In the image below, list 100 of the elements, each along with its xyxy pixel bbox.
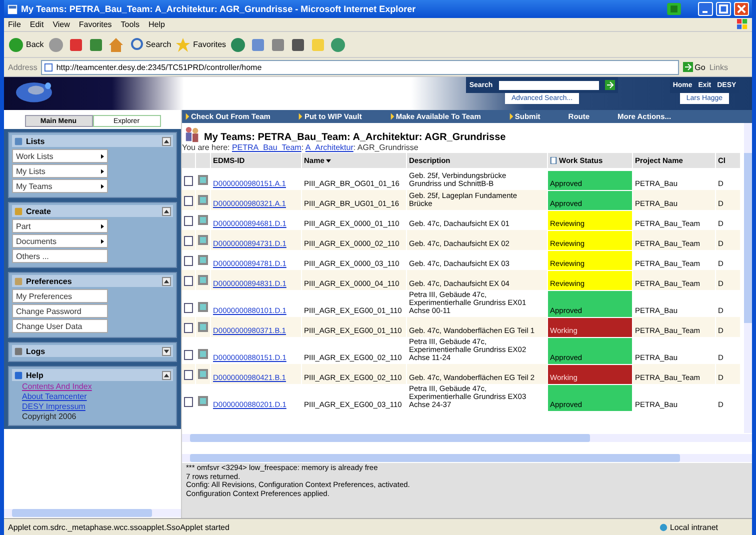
copyright-text: Copyright 2006 [22, 412, 76, 421]
panel-title: Create [26, 206, 52, 216]
page-icon [44, 62, 54, 72]
windows-logo-icon [667, 3, 681, 15]
close-button[interactable] [734, 2, 749, 16]
arrow-icon [185, 113, 190, 120]
status-text: Applet com.sdrc._metaphase.wcc.ssoapplet.SsoApplet started [8, 522, 230, 532]
collapse-button[interactable] [162, 136, 171, 146]
menu-item[interactable]: Help [148, 20, 165, 29]
panel-title: Logs [26, 346, 46, 356]
help-link[interactable]: About Teamcenter [22, 392, 87, 401]
collapse-button[interactable] [162, 370, 171, 380]
create-icon [14, 206, 23, 216]
breadcrumb-text: : AGR_Grundrisse [353, 143, 418, 152]
column-header [182, 153, 195, 168]
row-checkbox[interactable] [184, 276, 193, 286]
back-button[interactable]: Back [8, 36, 44, 52]
maximize-icon [717, 3, 730, 15]
sidebar-item[interactable]: Documents [12, 234, 108, 248]
browser-icon [7, 4, 18, 14]
history-button[interactable] [230, 36, 246, 52]
menu-item[interactable]: View [52, 20, 70, 29]
horizontal-scrollbar[interactable] [182, 434, 752, 442]
preferences-icon [14, 276, 23, 286]
expand-button[interactable] [162, 346, 171, 356]
breadcrumb-link[interactable]: A_Architektur [305, 143, 354, 152]
row-checkbox[interactable] [184, 236, 193, 246]
messenger-icon [330, 36, 346, 52]
favorites-button[interactable]: Favorites [175, 36, 226, 52]
refresh-button[interactable] [88, 36, 104, 52]
row-checkbox[interactable] [184, 350, 193, 360]
help-link[interactable]: DESY Impressum [22, 402, 86, 411]
sidebar-item[interactable]: Others ... [12, 249, 108, 263]
address-label: Address [8, 62, 38, 72]
row-checkbox[interactable] [184, 176, 193, 186]
stop-button[interactable] [68, 36, 84, 52]
sidebar-item[interactable]: Work Lists [12, 149, 108, 163]
refresh-icon [88, 36, 104, 52]
arrow-icon [682, 62, 693, 72]
sidebar-item[interactable]: Change Password [12, 304, 108, 318]
menu-item[interactable]: File [8, 20, 21, 29]
sidebar-item[interactable]: Change User Data [12, 319, 108, 333]
home-icon [108, 36, 124, 52]
vertical-scrollbar[interactable] [744, 123, 752, 433]
menu-item[interactable]: Edit [30, 20, 44, 29]
sidebar-item[interactable]: My Preferences [12, 289, 108, 303]
collapse-button[interactable] [162, 206, 171, 216]
favorites-icon [175, 36, 192, 52]
row-checkbox[interactable] [184, 323, 193, 333]
stop-icon [68, 36, 84, 52]
horizontal-scrollbar[interactable] [182, 454, 752, 462]
mail-button[interactable] [250, 36, 266, 52]
panel-title: Lists [26, 136, 46, 146]
notes-icon [310, 36, 326, 52]
links-button[interactable]: Links [709, 62, 728, 72]
close-icon [735, 3, 748, 15]
edit-button[interactable] [290, 36, 306, 52]
breadcrumb-text: : [301, 143, 305, 152]
collapse-button[interactable] [162, 276, 171, 286]
history-icon [230, 36, 246, 52]
address-field[interactable]: http://teamcenter.desy.de:2345/TC51PRD/controller/home [41, 60, 679, 74]
forward-icon [48, 36, 64, 52]
row-checkbox[interactable] [184, 256, 193, 266]
search-button[interactable]: Search [128, 36, 172, 52]
search-go-button[interactable] [604, 80, 615, 90]
mail-icon [250, 36, 266, 52]
arrow-icon [390, 113, 395, 120]
row-checkbox[interactable] [184, 216, 193, 226]
row-checkbox[interactable] [184, 303, 193, 313]
minimize-icon [702, 11, 708, 13]
sidebar-item[interactable]: My Lists [12, 164, 108, 178]
minimize-button[interactable] [698, 2, 713, 16]
row-checkbox[interactable] [184, 397, 193, 407]
sidebar-item[interactable]: Part [12, 219, 108, 233]
drawing-file-icon [198, 396, 208, 406]
row-checkbox[interactable] [184, 196, 193, 206]
go-button[interactable]: Go [682, 62, 706, 72]
search-field[interactable] [498, 80, 599, 90]
maximize-button[interactable] [716, 2, 731, 16]
edit-icon [290, 36, 306, 52]
horizontal-scrollbar[interactable] [4, 509, 181, 517]
breadcrumb-label: You are here: [182, 143, 231, 152]
window-title: My Teams: PETRA_Bau_Team: A_Architektur: AGR_Grundrisse - Microsoft Internet Explorer [21, 4, 417, 14]
column-header [196, 153, 210, 168]
arrow-icon [298, 113, 304, 120]
logs-icon [14, 346, 23, 356]
back-icon [8, 36, 24, 52]
zone-indicator: Local intranet [658, 522, 718, 532]
sidebar-item[interactable]: My Teams [12, 179, 108, 193]
print-icon [270, 36, 286, 52]
menu-item[interactable]: Tools [120, 20, 140, 29]
print-button[interactable] [270, 36, 286, 52]
help-icon [14, 370, 23, 380]
breadcrumb-link[interactable]: PETRA_Bau_Team [232, 143, 302, 152]
page-title: My Teams: PETRA_Bau_Team: A_Architektur: AGR_Grundrisse [204, 132, 506, 143]
menu-item[interactable]: Favorites [78, 20, 112, 29]
row-checkbox[interactable] [184, 370, 193, 380]
globe-icon [658, 522, 668, 532]
team-icon [184, 126, 201, 143]
messenger-button[interactable] [330, 36, 346, 52]
